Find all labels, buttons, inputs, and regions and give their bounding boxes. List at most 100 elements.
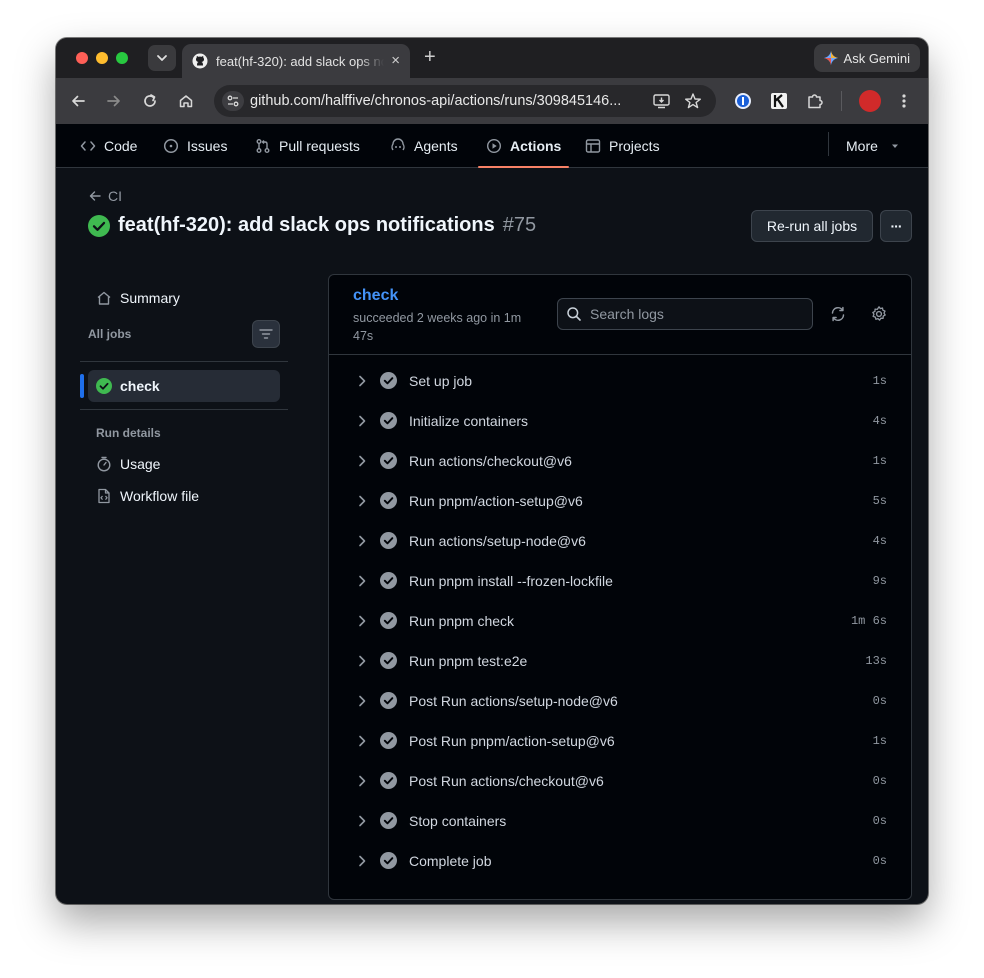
window-maximize-button[interactable] <box>116 52 128 64</box>
job-step-duration: 0s <box>872 814 887 828</box>
check-circle-fill-icon <box>380 852 397 869</box>
chevron-right-icon[interactable] <box>355 374 369 388</box>
repo-nav-actions-label: Actions <box>510 137 562 154</box>
sidebar-workflow-file-label: Workflow file <box>120 488 200 504</box>
repo-nav-pull-requests[interactable]: Pull requests <box>255 124 360 167</box>
gear-icon[interactable] <box>870 305 888 323</box>
url-text: github.com/halffive/chronos-api/actions/… <box>250 93 622 109</box>
rerun-all-jobs-button[interactable]: Re-run all jobs <box>751 210 873 242</box>
play-icon <box>486 138 502 153</box>
job-step-name: Initialize containers <box>409 413 529 429</box>
repo-nav-agents[interactable]: Agents <box>390 124 458 167</box>
site-info-icon[interactable] <box>222 91 244 111</box>
chevron-right-icon[interactable] <box>355 814 369 828</box>
run-number: #75 <box>502 214 537 236</box>
search-logs-input[interactable] <box>590 306 790 322</box>
back-arrow-icon[interactable] <box>68 91 88 111</box>
repo-nav-actions[interactable]: Actions <box>477 124 570 168</box>
bookmark-star-icon[interactable] <box>684 92 702 114</box>
job-step-row[interactable]: Run actions/setup-node@v6 4s <box>329 521 911 561</box>
password-manager-icon[interactable] <box>733 91 753 111</box>
job-step-name: Run pnpm check <box>409 613 515 629</box>
repo-nav-more[interactable]: More <box>846 124 900 167</box>
home-icon[interactable] <box>176 91 196 111</box>
sidebar-workflow-file[interactable]: Workflow file <box>96 480 199 512</box>
ask-gemini-button[interactable]: Ask Gemini <box>813 44 920 72</box>
filter-jobs-button[interactable] <box>252 320 280 348</box>
chevron-right-icon[interactable] <box>355 854 369 868</box>
repo-nav-projects-label: Projects <box>609 137 660 154</box>
browser-menu-icon[interactable] <box>894 91 914 111</box>
job-step-row[interactable]: Initialize containers 4s <box>329 401 911 441</box>
sidebar-usage[interactable]: Usage <box>96 448 160 480</box>
back-to-workflow-link[interactable]: CI <box>88 188 122 204</box>
window-close-button[interactable] <box>76 52 88 64</box>
check-circle-fill-icon <box>380 772 397 789</box>
job-step-name: Run pnpm test:e2e <box>409 653 528 669</box>
browser-tab-active[interactable]: feat(hf-320): add slack ops notification… <box>182 44 410 78</box>
job-name[interactable]: check <box>353 287 398 305</box>
reload-icon[interactable] <box>140 91 160 111</box>
job-step-duration: 1s <box>872 734 887 748</box>
job-step-duration: 1m 6s <box>850 614 887 628</box>
gemini-sparkle-icon <box>823 51 838 65</box>
forward-arrow-icon[interactable] <box>104 91 124 111</box>
job-step-row[interactable]: Complete job 0s <box>329 841 911 881</box>
sidebar-summary[interactable]: Summary <box>96 282 180 314</box>
refresh-icon[interactable] <box>829 305 847 323</box>
job-step-row[interactable]: Post Run actions/checkout@v6 0s <box>329 761 911 801</box>
chevron-right-icon[interactable] <box>355 614 369 628</box>
repo-nav-projects[interactable]: Projects <box>585 124 660 167</box>
tab-close-icon[interactable]: × <box>391 52 400 69</box>
job-step-row[interactable]: Stop containers 0s <box>329 801 911 841</box>
chevron-right-icon[interactable] <box>355 454 369 468</box>
tab-strip: feat(hf-320): add slack ops notification… <box>56 38 928 78</box>
browser-window: feat(hf-320): add slack ops notification… <box>56 38 928 904</box>
chevron-right-icon[interactable] <box>355 574 369 588</box>
search-icon <box>567 307 581 321</box>
repo-nav-code-label: Code <box>104 137 138 154</box>
chevron-right-icon[interactable] <box>355 414 369 428</box>
job-step-row[interactable]: Set up job 1s <box>329 361 911 401</box>
job-step-row[interactable]: Run pnpm test:e2e 13s <box>329 641 911 681</box>
job-step-row[interactable]: Run pnpm/action-setup@v6 5s <box>329 481 911 521</box>
job-step-row[interactable]: Post Run pnpm/action-setup@v6 1s <box>329 721 911 761</box>
run-title-text: feat(hf-320): add slack ops notification… <box>118 214 495 236</box>
job-step-row[interactable]: Run pnpm check 1m 6s <box>329 601 911 641</box>
check-circle-fill-icon <box>380 572 397 589</box>
profile-avatar[interactable] <box>859 90 881 112</box>
chevron-right-icon[interactable] <box>355 694 369 708</box>
extensions-puzzle-icon[interactable] <box>805 91 825 111</box>
sidebar-job-label: check <box>120 378 160 394</box>
repo-nav-issues[interactable]: Issues <box>163 124 227 167</box>
arrow-left-icon <box>89 191 101 201</box>
new-tab-button[interactable]: + <box>424 47 436 67</box>
address-bar[interactable]: github.com/halffive/chronos-api/actions/… <box>214 85 716 117</box>
job-step-duration: 4s <box>872 534 887 548</box>
job-step-duration: 1s <box>872 454 887 468</box>
repo-nav-issues-label: Issues <box>187 137 228 154</box>
job-step-duration: 13s <box>865 654 887 668</box>
repo-nav-code[interactable]: Code <box>80 124 137 167</box>
install-app-icon[interactable] <box>653 93 670 113</box>
chevron-right-icon[interactable] <box>355 494 369 508</box>
chevron-right-icon[interactable] <box>355 774 369 788</box>
tab-search-button[interactable] <box>148 45 176 71</box>
chevron-right-icon[interactable] <box>355 734 369 748</box>
window-minimize-button[interactable] <box>96 52 108 64</box>
sidebar-job-check[interactable]: check <box>88 370 280 402</box>
chevron-right-icon[interactable] <box>355 534 369 548</box>
check-circle-fill-icon <box>96 378 112 394</box>
issue-icon <box>163 138 179 153</box>
check-circle-fill-icon <box>380 412 397 429</box>
check-circle-fill-icon <box>380 732 397 749</box>
job-step-name: Set up job <box>409 373 473 389</box>
kebab-menu-button[interactable]: ··· <box>880 210 912 242</box>
sidebar-usage-label: Usage <box>120 456 161 472</box>
job-step-row[interactable]: Post Run actions/setup-node@v6 0s <box>329 681 911 721</box>
search-logs-box[interactable] <box>557 298 813 330</box>
extension-k-icon[interactable] <box>769 91 789 111</box>
job-step-row[interactable]: Run actions/checkout@v6 1s <box>329 441 911 481</box>
job-step-row[interactable]: Run pnpm install --frozen-lockfile 9s <box>329 561 911 601</box>
chevron-right-icon[interactable] <box>355 654 369 668</box>
